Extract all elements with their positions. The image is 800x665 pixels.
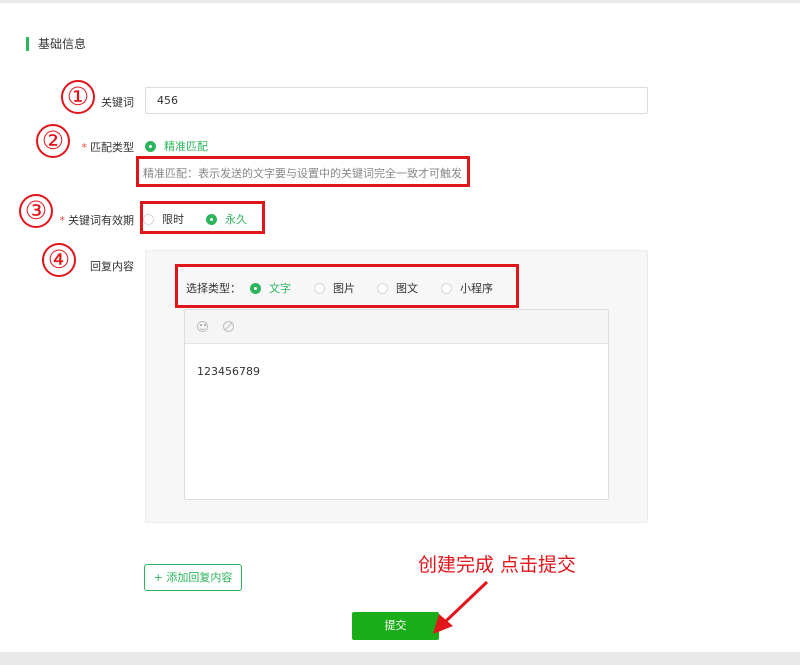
radio-exact-match[interactable]: 精准匹配	[145, 138, 208, 154]
keyword-label: 关键词	[101, 96, 134, 109]
radio-dot	[145, 140, 156, 152]
emoji-icon[interactable]	[197, 321, 208, 332]
marker-2: ②	[36, 124, 70, 158]
marker-1: ①	[61, 80, 95, 114]
editor-toolbar	[185, 310, 608, 344]
match-type-label: * 匹配类型	[81, 141, 135, 154]
add-reply-button[interactable]: + 添加回复内容	[144, 564, 242, 591]
marker-3: ③	[19, 194, 53, 228]
annotation-box-hint	[136, 156, 470, 187]
annotation-box-validity	[140, 201, 265, 234]
section-title: 基础信息	[26, 37, 86, 51]
validity-label: * 关键词有效期	[59, 214, 135, 227]
annotation-box-reply-type	[175, 264, 519, 308]
keyword-input[interactable]: 456	[145, 87, 648, 114]
reply-content[interactable]: 123456789	[197, 365, 260, 378]
reply-editor[interactable]: 123456789	[184, 309, 609, 500]
annotation-arrow-icon	[433, 580, 489, 634]
annotation-instruction: 创建完成 点击提交	[418, 554, 577, 576]
no-entry-icon[interactable]	[223, 321, 234, 332]
reply-label: 回复内容	[90, 260, 134, 273]
marker-4: ④	[42, 243, 76, 277]
